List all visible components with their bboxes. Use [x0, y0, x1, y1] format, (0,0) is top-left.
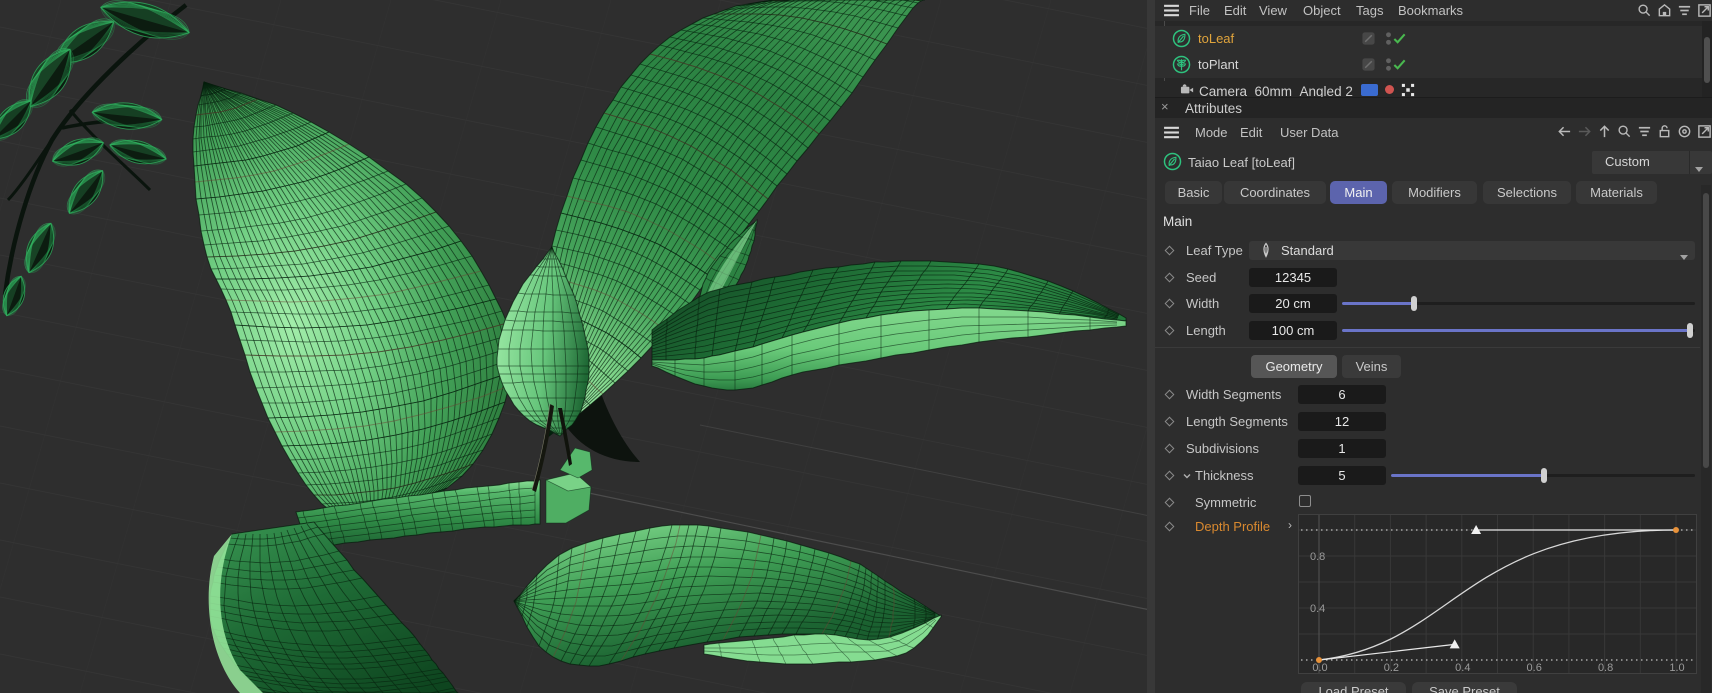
svg-text:0.8: 0.8 [1598, 662, 1613, 673]
svg-text:0.2: 0.2 [1384, 662, 1399, 673]
svg-text:0.6: 0.6 [1527, 662, 1542, 673]
svg-text:0.4: 0.4 [1310, 603, 1325, 615]
svg-text:0.0: 0.0 [1312, 662, 1327, 673]
svg-text:0.4: 0.4 [1455, 662, 1470, 673]
svg-text:0.8: 0.8 [1310, 551, 1325, 563]
svg-text:1.0: 1.0 [1669, 662, 1684, 673]
